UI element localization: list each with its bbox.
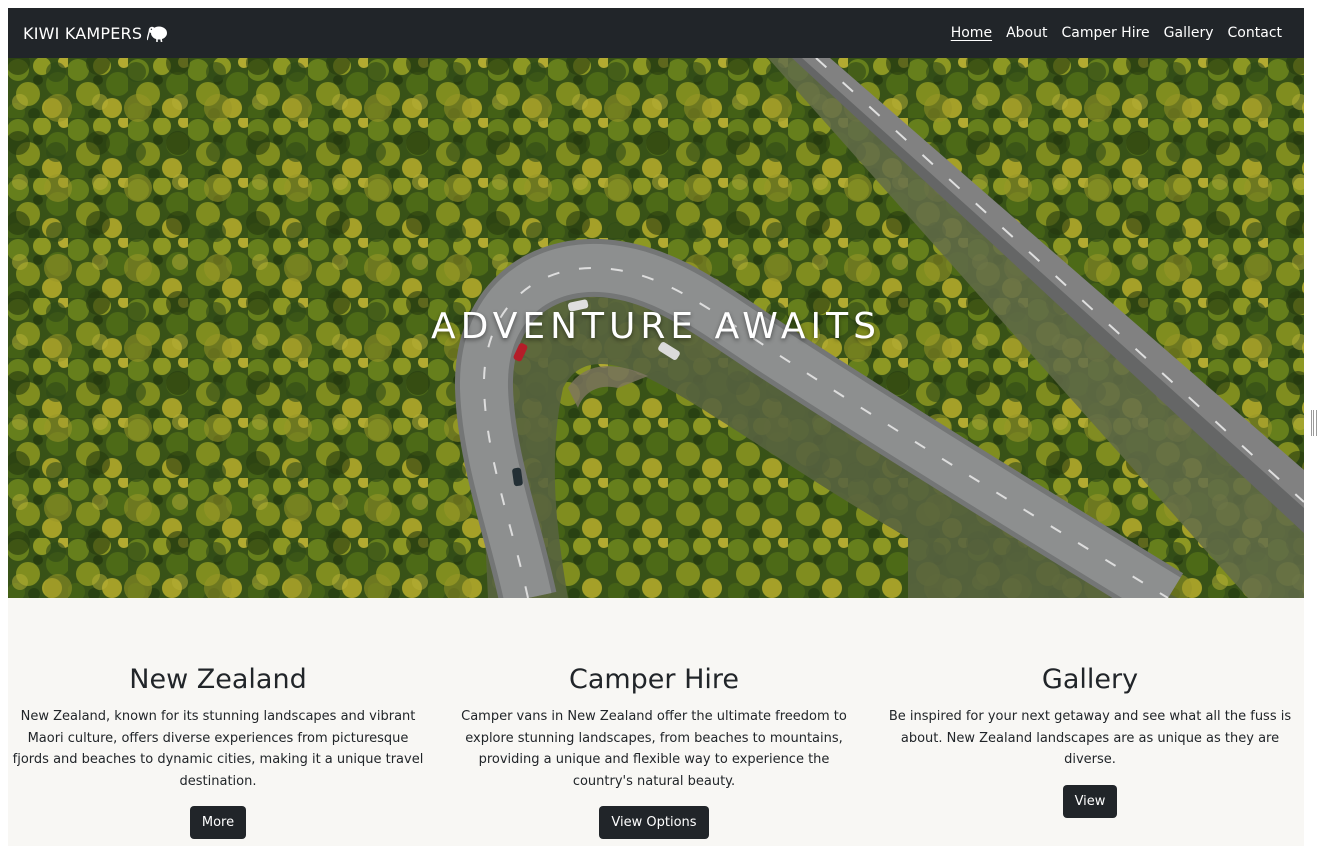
nav-links: Home About Camper Hire Gallery Contact	[951, 25, 1282, 41]
brand-name: KIWI KAMPERS	[23, 23, 143, 43]
resize-handle[interactable]	[1311, 410, 1317, 436]
nav-link-about[interactable]: About	[1006, 25, 1047, 41]
card-text: New Zealand, known for its stunning land…	[12, 709, 424, 789]
card-title: New Zealand	[129, 664, 307, 695]
page: KIWI KAMPERS Home About Camper Hire Gall…	[8, 8, 1304, 846]
feature-cards: New Zealand New Zealand, known for its s…	[8, 598, 1304, 846]
card-text: Camper vans in New Zealand offer the ult…	[461, 709, 847, 789]
hero-title: ADVENTURE AWAITS	[431, 306, 881, 347]
nav-link-home[interactable]: Home	[951, 25, 992, 41]
nav-link-gallery[interactable]: Gallery	[1164, 25, 1214, 41]
hero-section: ADVENTURE AWAITS	[8, 58, 1304, 598]
card-title: Camper Hire	[568, 664, 740, 695]
nav-link-camper-hire[interactable]: Camper Hire	[1061, 25, 1149, 41]
kiwi-bird-icon	[147, 24, 169, 42]
view-button[interactable]: View	[1062, 784, 1118, 818]
card-title: Gallery	[1041, 664, 1139, 695]
card-new-zealand: New Zealand New Zealand, known for its s…	[8, 664, 428, 839]
card-text: Be inspired for your next getaway and se…	[888, 709, 1292, 767]
navbar: KIWI KAMPERS Home About Camper Hire Gall…	[8, 8, 1304, 58]
more-button[interactable]: More	[189, 806, 247, 839]
nav-link-contact[interactable]: Contact	[1228, 25, 1282, 41]
card-gallery: Gallery Be inspired for your next getawa…	[880, 664, 1300, 818]
browser-viewport: KIWI KAMPERS Home About Camper Hire Gall…	[0, 0, 1321, 846]
view-options-button[interactable]: View Options	[599, 806, 709, 839]
card-camper-hire: Camper Hire Camper vans in New Zealand o…	[444, 664, 864, 839]
brand-link[interactable]: KIWI KAMPERS	[23, 24, 169, 43]
